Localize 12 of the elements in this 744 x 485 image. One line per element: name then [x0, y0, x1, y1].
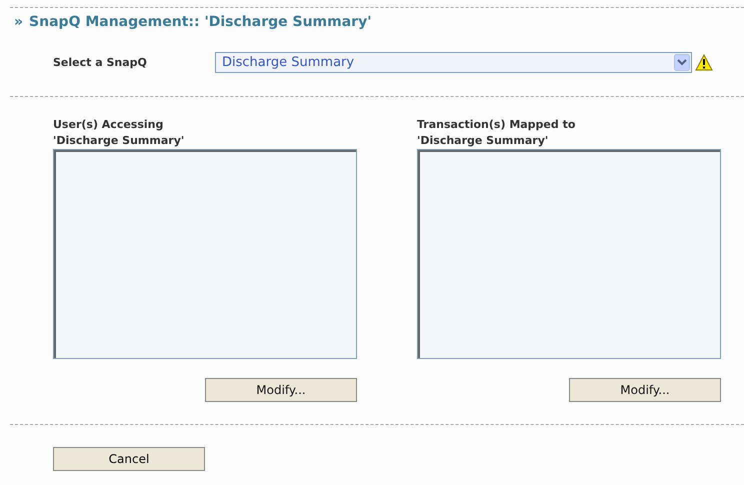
caret-icon: [674, 54, 690, 71]
list-label: Transaction(s) Mapped to 'Discharge Summary': [417, 117, 576, 149]
chevron-marker: »: [14, 14, 24, 32]
snapq-dropdown[interactable]: Discharge Summary: [215, 52, 692, 73]
list-box[interactable]: [417, 149, 721, 359]
page-title: SnapQ Management:: 'Discharge Summary': [29, 14, 372, 32]
modify-button[interactable]: Modify...: [205, 378, 357, 402]
cancel-button[interactable]: Cancel: [53, 447, 205, 471]
select-label: Select a SnapQ: [53, 56, 148, 69]
list-label: User(s) Accessing 'Discharge Summary': [53, 117, 186, 149]
list-box[interactable]: [53, 149, 357, 359]
modify-button[interactable]: Modify...: [569, 378, 721, 402]
